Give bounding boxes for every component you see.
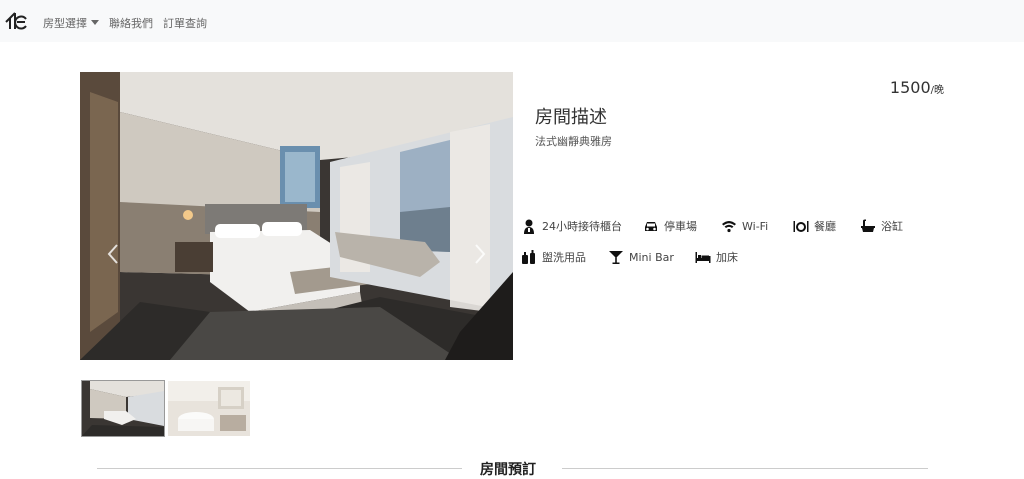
- amenity-parking: 停車場: [643, 218, 697, 234]
- price-value: 1500: [889, 78, 931, 97]
- car-icon: [645, 222, 657, 231]
- amenity-minibar: Mini Bar: [608, 249, 674, 265]
- nav-contact-link[interactable]: 聯絡我們: [109, 15, 153, 31]
- amenity-extra-bed: 加床: [695, 249, 738, 265]
- toiletries-icon: [522, 250, 535, 264]
- thumbnail-bathroom[interactable]: [168, 381, 250, 436]
- nav-order-lookup-link[interactable]: 訂單查詢: [163, 15, 207, 31]
- section-divider-left: [97, 468, 462, 469]
- amenity-reception: 24小時接待櫃台: [521, 218, 622, 234]
- amenity-label: 加床: [716, 251, 738, 264]
- bathtub-icon: [861, 219, 875, 232]
- carousel-next-icon[interactable]: [473, 242, 487, 266]
- hotel-bedroom-image: [80, 72, 513, 360]
- amenity-label: 餐廳: [814, 220, 836, 233]
- amenity-wifi: Wi-Fi: [721, 218, 768, 234]
- section-divider-right: [562, 468, 928, 469]
- carousel-prev-icon[interactable]: [106, 242, 120, 266]
- bed-icon: [695, 252, 711, 263]
- amenity-restaurant: 餐廳: [793, 218, 836, 234]
- amenity-label: Wi-Fi: [742, 219, 769, 233]
- booking-section-title: 房間預訂: [480, 462, 536, 478]
- amenity-toiletries: 盥洗用品: [521, 249, 586, 265]
- thumbnail-bedroom[interactable]: [81, 380, 165, 437]
- amenity-label: Mini Bar: [629, 250, 674, 264]
- room-main-photo: [80, 72, 513, 360]
- room-price: 1500/晚: [890, 78, 944, 97]
- top-navbar: 房型選擇 聯絡我們 訂單查詢: [0, 0, 1024, 42]
- concierge-icon: [524, 219, 534, 234]
- nav-room-types-label: 房型選擇: [43, 17, 87, 30]
- hotel-bedroom-thumbnail: [82, 381, 164, 436]
- logo-icon[interactable]: [4, 10, 28, 32]
- wifi-icon: [722, 221, 736, 233]
- amenity-label: 盥洗用品: [542, 251, 586, 264]
- price-unit: /晚: [930, 85, 944, 96]
- bathroom-thumbnail: [168, 381, 250, 436]
- amenity-bathtub: 浴缸: [860, 218, 903, 234]
- cocktail-icon: [609, 251, 623, 264]
- dining-icon: [793, 221, 809, 232]
- caret-down-icon: [91, 20, 99, 25]
- room-description-title: 房間描述: [535, 107, 607, 128]
- amenity-label: 浴缸: [881, 220, 903, 233]
- nav-room-types-dropdown[interactable]: 房型選擇: [43, 15, 99, 31]
- amenity-label: 24小時接待櫃台: [542, 220, 622, 233]
- room-description-text: 法式幽靜典雅房: [535, 135, 612, 148]
- amenity-label: 停車場: [664, 220, 697, 233]
